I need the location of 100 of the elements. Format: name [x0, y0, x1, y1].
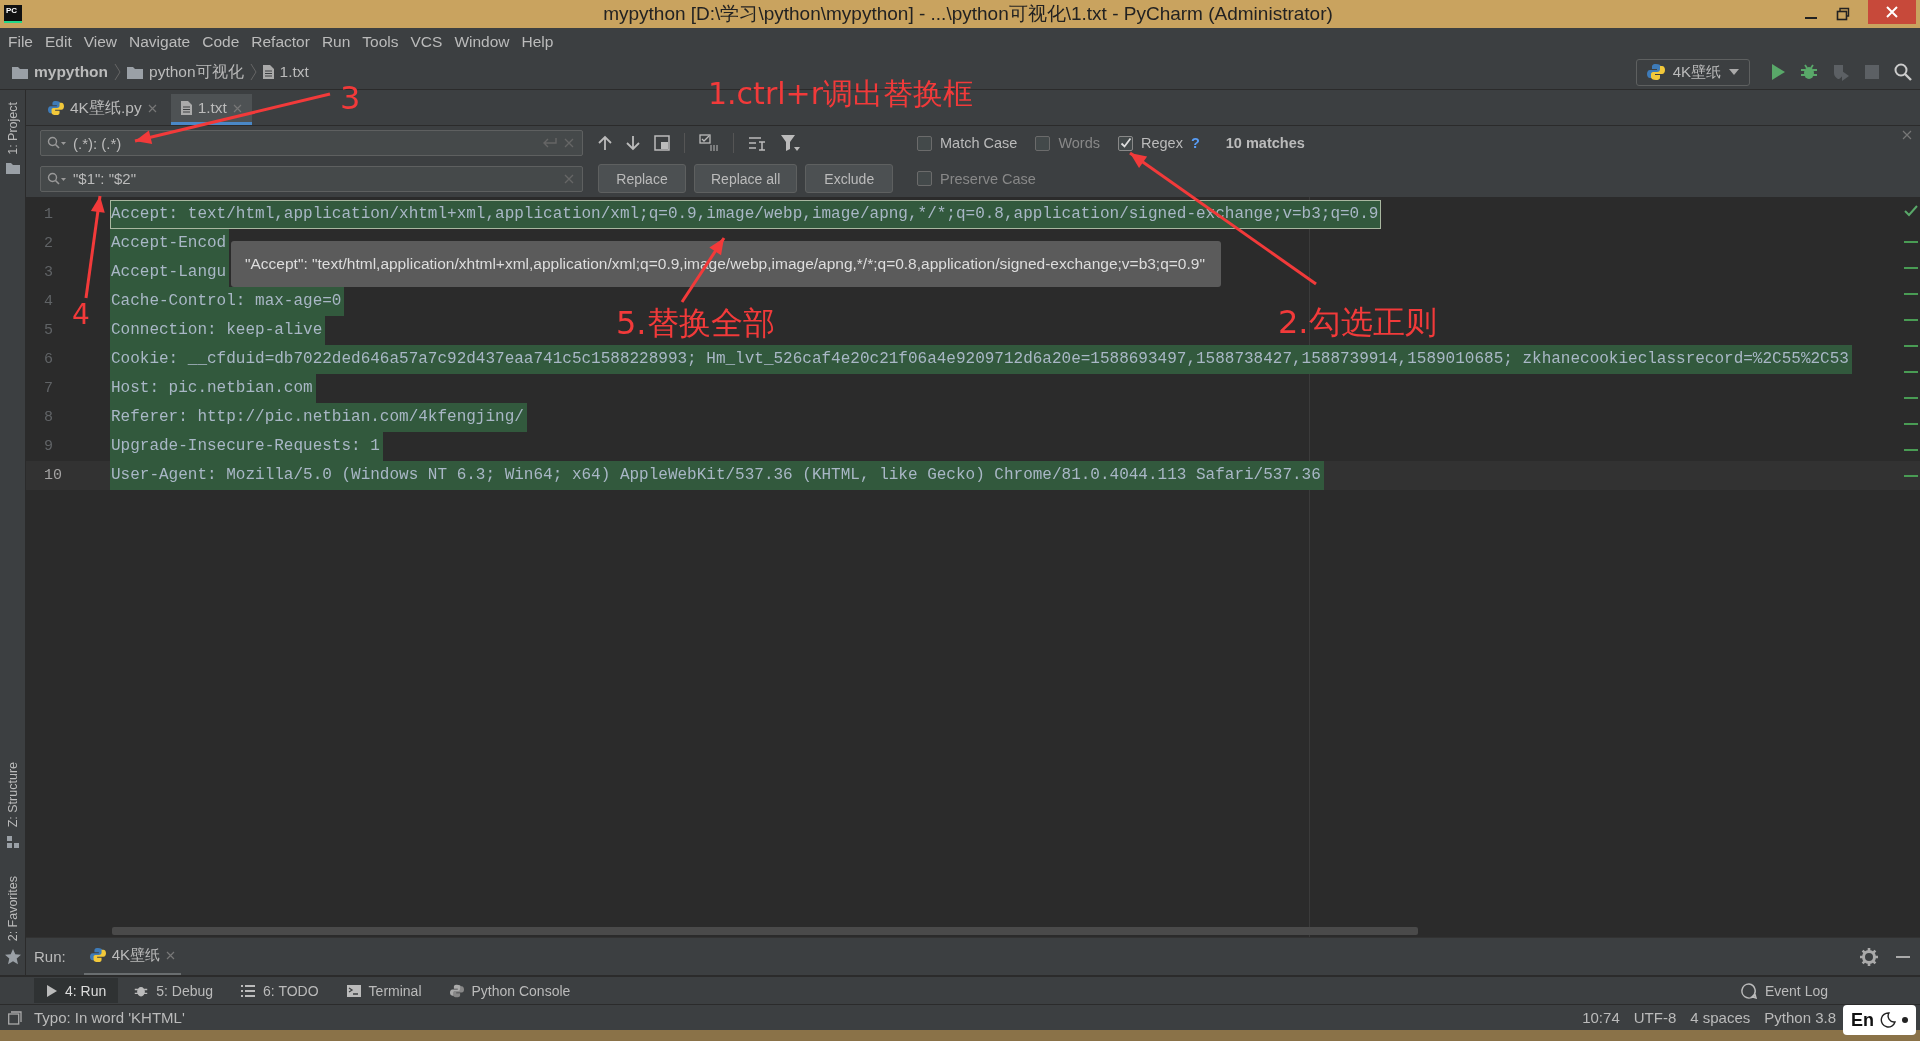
menu-item[interactable]: Run	[321, 32, 351, 51]
annotation-text: 3	[340, 82, 361, 116]
run-config-dropdown[interactable]: 4K壁纸	[1635, 58, 1750, 86]
filter-icon[interactable]	[780, 134, 800, 152]
play-icon	[46, 984, 57, 997]
python-icon	[1646, 63, 1665, 81]
option-checkbox[interactable]: Regex	[1118, 135, 1183, 151]
status-message: Typo: In word 'KHTML'	[34, 1009, 185, 1026]
annotation-text: 2.勾选正则	[1278, 306, 1437, 340]
annotation-text: 5.替换全部	[616, 307, 775, 341]
restore-icon[interactable]	[1836, 7, 1850, 21]
line-number: 4	[43, 293, 54, 310]
option-checkbox[interactable]: Words	[1035, 135, 1100, 151]
window-title: mypython [D:\学习\python\mypython] - ...\python可视化\1.txt - PyCharm (Administrator)	[603, 2, 1333, 26]
replace-button[interactable]: Exclude	[805, 164, 894, 193]
bug-icon[interactable]	[1800, 63, 1818, 81]
clear-icon	[564, 173, 574, 184]
option-checkbox[interactable]: Preserve Case	[917, 170, 1036, 187]
close-icon[interactable]	[147, 103, 157, 113]
side-tab[interactable]: 2: Favorites	[5, 871, 20, 945]
star-icon	[4, 949, 21, 965]
check-icon	[1904, 205, 1918, 217]
in-selection-icon[interactable]	[699, 134, 719, 152]
close-icon[interactable]	[1902, 130, 1912, 140]
search-icon	[47, 136, 67, 150]
side-tab[interactable]: 1: Project	[5, 98, 20, 159]
close-icon[interactable]	[166, 950, 176, 960]
replace-button[interactable]: Replace	[598, 164, 686, 193]
run-tab[interactable]: 4K壁纸	[83, 937, 182, 976]
close-icon	[1885, 5, 1899, 19]
menu-item[interactable]: Edit	[45, 32, 72, 51]
breadcrumb[interactable]: 1.txt	[279, 63, 309, 81]
menu-item[interactable]: Refactor	[251, 32, 310, 51]
line-number: 1	[43, 206, 54, 223]
down-arrow-icon[interactable]	[626, 135, 640, 151]
tool-window-tab[interactable]: Terminal	[334, 978, 434, 1003]
terminal-icon	[346, 984, 361, 997]
status-item[interactable]: 10:74	[1582, 1009, 1620, 1026]
menu-item[interactable]: Window	[454, 32, 510, 51]
chevron-icon	[249, 63, 257, 81]
speech-bubble-icon	[1740, 982, 1757, 999]
status-item[interactable]: Python 3.8	[1764, 1009, 1836, 1026]
search-icon[interactable]	[1894, 63, 1912, 81]
line-number: 8	[43, 409, 54, 426]
event-log-tab[interactable]: Event Log	[1728, 978, 1840, 1003]
replace-field[interactable]: "$1": "$2"	[40, 165, 583, 192]
close-button[interactable]	[1868, 0, 1916, 24]
search-icon	[47, 171, 67, 186]
annotation-text: 1.ctrl+r调出替换框	[708, 78, 974, 110]
checkmark-icon	[1119, 137, 1132, 149]
line-number: 2	[43, 235, 54, 252]
replace-button[interactable]: Replace all	[694, 164, 798, 193]
multiline-icon[interactable]	[748, 135, 766, 151]
menu-item[interactable]: Tools	[362, 32, 399, 51]
file-icon	[180, 101, 192, 115]
breadcrumb[interactable]: python可视化	[149, 61, 244, 83]
search-field[interactable]: (.*): (.*)	[40, 130, 583, 156]
folder-icon	[5, 162, 20, 174]
chevron-icon	[114, 63, 122, 81]
line-number: 3	[43, 264, 54, 281]
python-icon	[89, 947, 106, 963]
menu-item[interactable]: View	[83, 32, 118, 51]
menu-item[interactable]: VCS	[410, 32, 443, 51]
list-icon	[241, 984, 256, 997]
annotation-text: 4	[72, 300, 90, 330]
line-number: 10	[43, 467, 63, 484]
panel-toggle-icon[interactable]	[8, 1010, 22, 1025]
select-all-icon[interactable]	[654, 135, 670, 151]
clear-icon	[564, 138, 574, 148]
menu-item[interactable]: Navigate	[129, 32, 191, 51]
dot-icon	[1902, 1017, 1908, 1023]
editor-tab[interactable]: 1.txt	[170, 94, 252, 125]
line-number: 9	[43, 438, 54, 455]
tool-window-tab[interactable]: 4: Run	[34, 978, 119, 1003]
breadcrumb[interactable]: mypython	[34, 63, 109, 81]
ime-indicator[interactable]: En	[1843, 1005, 1916, 1035]
up-arrow-icon[interactable]	[598, 135, 612, 151]
editor-tab[interactable]: 4K壁纸.py	[38, 94, 167, 125]
tool-window-tab[interactable]: Python Console	[437, 978, 583, 1003]
status-item[interactable]: UTF-8	[1633, 1009, 1677, 1026]
status-item[interactable]: 4 spaces	[1690, 1009, 1751, 1026]
app-logo-icon: PC	[4, 5, 22, 23]
help-link[interactable]: ?	[1190, 135, 1200, 151]
caret-icon	[1729, 69, 1739, 75]
option-checkbox[interactable]: Match Case	[917, 135, 1018, 151]
menu-item[interactable]: Code	[202, 32, 240, 51]
settings-icon[interactable]	[1860, 947, 1878, 966]
line-number: 6	[43, 351, 54, 368]
panel-label: Run:	[34, 948, 66, 965]
side-tab[interactable]: Z: Structure	[5, 758, 20, 832]
file-icon	[262, 65, 274, 79]
python-icon	[48, 100, 64, 116]
tool-window-tab[interactable]: 5: Debug	[122, 978, 226, 1003]
structure-icon	[6, 835, 19, 848]
menu-item[interactable]: File	[8, 32, 33, 51]
menu-item[interactable]: Help	[521, 32, 554, 51]
scrollbar[interactable]	[112, 927, 1418, 935]
run-icon[interactable]	[1770, 63, 1786, 81]
tool-window-tab[interactable]: 6: TODO	[229, 978, 331, 1003]
line-number: 5	[43, 322, 54, 339]
